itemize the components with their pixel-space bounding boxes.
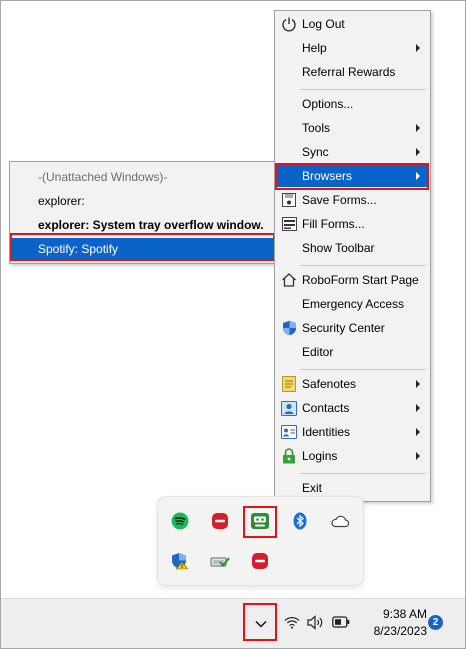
red-app-icon[interactable] (206, 507, 234, 535)
submenu-arrow-icon (416, 428, 420, 436)
menu-item-label: Browsers (302, 169, 353, 183)
submenu-item-explorer[interactable]: explorer: (12, 190, 273, 212)
menu-item-label: RoboForm Start Page (302, 273, 419, 287)
battery-icon[interactable] (332, 616, 350, 631)
submenu-item-spotify[interactable]: Spotify: Spotify (12, 238, 273, 260)
menu-item-fill-forms[interactable]: Fill Forms... (277, 213, 428, 235)
menu-separator (300, 265, 426, 266)
menu-item-tools[interactable]: Tools (277, 117, 428, 139)
onedrive-icon[interactable] (326, 507, 354, 535)
menu-item-label: Security Center (302, 321, 385, 335)
home-icon (281, 272, 297, 288)
show-hidden-icons-button[interactable] (248, 611, 274, 637)
taskbar: 9:38 AM 8/23/2023 2 (1, 598, 465, 648)
volume-icon[interactable] (307, 615, 325, 633)
tray-overflow-flyout (158, 497, 363, 585)
menu-item-browsers[interactable]: Browsers (277, 165, 428, 187)
submenu-arrow-icon (416, 124, 420, 132)
menu-item-save-forms[interactable]: Save Forms... (277, 189, 428, 211)
submenu-item-label: explorer: (38, 194, 85, 208)
clock-time: 9:38 AM (382, 607, 427, 621)
defender-icon[interactable] (166, 547, 194, 575)
menu-item-show-toolbar[interactable]: Show Toolbar (277, 237, 428, 259)
menu-item-security-center[interactable]: Security Center (277, 317, 428, 339)
shield-icon (281, 320, 297, 336)
system-clock[interactable]: 9:38 AM 8/23/2023 (365, 606, 427, 640)
notification-badge[interactable]: 2 (428, 615, 443, 630)
roboform-icon[interactable] (246, 507, 274, 535)
menu-item-label: Sync (302, 145, 329, 159)
menu-item-emergency-access[interactable]: Emergency Access (277, 293, 428, 315)
menu-separator (300, 369, 426, 370)
submenu-arrow-icon (416, 380, 420, 388)
menu-item-label: Emergency Access (302, 297, 405, 311)
menu-item-label: Identities (302, 425, 351, 439)
submenu-item-unattached[interactable]: -(Unattached Windows)- (12, 166, 273, 188)
menu-item-exit[interactable]: Exit (277, 477, 428, 499)
submenu-item-label: -(Unattached Windows)- (38, 170, 168, 184)
red-app-icon[interactable] (246, 547, 274, 575)
usb-icon[interactable] (206, 547, 234, 575)
menu-item-label: Save Forms... (302, 193, 377, 207)
menu-item-label: Logins (302, 449, 338, 463)
menu-item-label: Safenotes (302, 377, 357, 391)
menu-item-logins[interactable]: Logins (277, 445, 428, 467)
menu-item-editor[interactable]: Editor (277, 341, 428, 363)
wifi-icon[interactable] (284, 616, 300, 632)
browsers-submenu: -(Unattached Windows)- explorer: explore… (9, 161, 276, 264)
menu-item-label: Referral Rewards (302, 65, 396, 79)
menu-item-label: Contacts (302, 401, 350, 415)
submenu-arrow-icon (416, 172, 420, 180)
menu-item-identities[interactable]: Identities (277, 421, 428, 443)
menu-item-help[interactable]: Help (277, 37, 428, 59)
menu-item-sync[interactable]: Sync (277, 141, 428, 163)
chevron-down-icon (255, 617, 267, 631)
menu-item-safenotes[interactable]: Safenotes (277, 373, 428, 395)
power-icon (281, 16, 297, 32)
menu-item-label: Editor (302, 345, 334, 359)
identity-icon (281, 424, 297, 440)
spotify-icon[interactable] (166, 507, 194, 535)
submenu-arrow-icon (416, 148, 420, 156)
menu-item-label: Help (302, 41, 327, 55)
menu-item-start-page[interactable]: RoboForm Start Page (277, 269, 428, 291)
contact-icon (281, 400, 297, 416)
menu-item-label: Tools (302, 121, 331, 135)
lock-icon (281, 448, 297, 464)
submenu-item-label: explorer: System tray overflow window. (38, 218, 264, 232)
menu-separator (300, 89, 426, 90)
fill-forms-icon (281, 216, 297, 232)
menu-item-label: Log Out (302, 17, 345, 31)
menu-item-label: Show Toolbar (302, 241, 375, 255)
menu-item-options[interactable]: Options... (277, 93, 428, 115)
menu-item-label: Fill Forms... (302, 217, 365, 231)
safenote-icon (281, 376, 297, 392)
submenu-item-label: Spotify: Spotify (38, 242, 119, 256)
roboform-menu: Log Out Help Referral Rewards Options...… (274, 10, 431, 502)
clock-date: 8/23/2023 (373, 624, 427, 638)
menu-item-log-out[interactable]: Log Out (277, 13, 428, 35)
bluetooth-icon[interactable] (286, 507, 314, 535)
menu-separator (300, 473, 426, 474)
menu-item-label: Options... (302, 97, 354, 111)
save-forms-icon (281, 192, 297, 208)
menu-item-label: Exit (302, 481, 323, 495)
submenu-arrow-icon (416, 404, 420, 412)
menu-item-referral-rewards[interactable]: Referral Rewards (277, 61, 428, 83)
submenu-arrow-icon (416, 452, 420, 460)
submenu-arrow-icon (416, 44, 420, 52)
menu-item-contacts[interactable]: Contacts (277, 397, 428, 419)
submenu-item-explorer-tray[interactable]: explorer: System tray overflow window. (12, 214, 273, 236)
